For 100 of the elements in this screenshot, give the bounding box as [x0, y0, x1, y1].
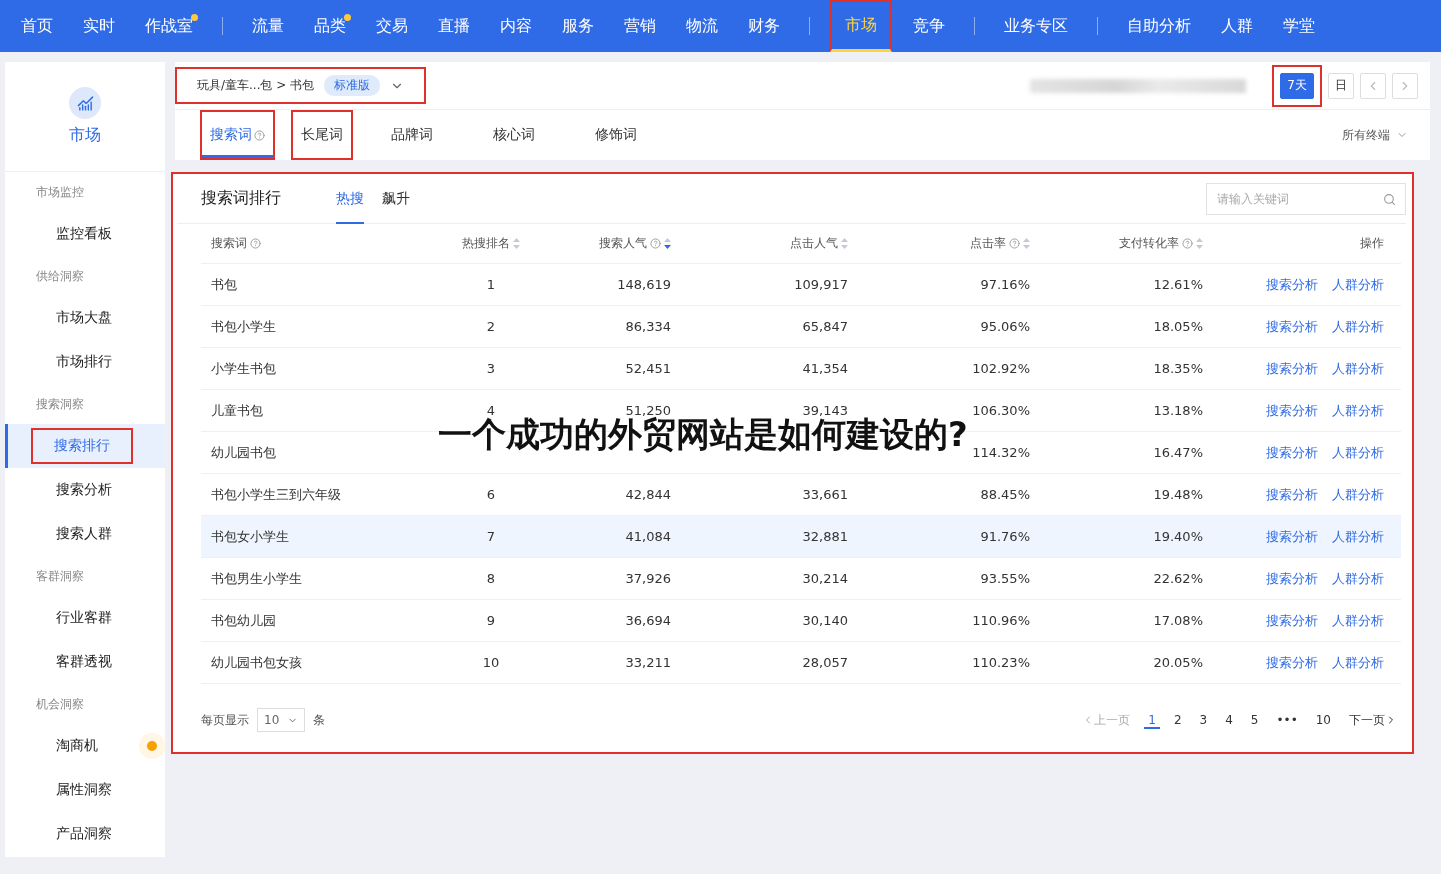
sidebar-item[interactable]: 搜索排行 [5, 424, 165, 468]
rank-cell: 4 [486, 403, 496, 418]
rank-cell: 6 [486, 487, 496, 502]
rank-cell: 10 [482, 655, 500, 670]
action-link[interactable]: 搜索分析 [1266, 569, 1318, 588]
action-link[interactable]: 搜索分析 [1266, 359, 1318, 378]
nav-item[interactable]: 内容 [485, 0, 547, 52]
nav-item[interactable]: 学堂 [1268, 0, 1330, 52]
page-link[interactable]: 10 [1311, 711, 1335, 729]
search-cell: 33,211 [625, 655, 671, 670]
keyword-cell: 书包小学生三到六年级 [211, 486, 341, 502]
tab[interactable]: 长尾词 [291, 110, 353, 160]
action-link[interactable]: 搜索分析 [1266, 527, 1318, 546]
nav-item[interactable]: 营销 [609, 0, 671, 52]
nav-item[interactable]: 市场 [830, 0, 892, 52]
nav-item[interactable]: 品类 [299, 0, 361, 52]
nav-item[interactable]: 财务 [733, 0, 795, 52]
keyword-cell: 书包 [211, 276, 237, 292]
sidebar-heading: 客群洞察 [35, 567, 85, 585]
keyword-cell: 儿童书包 [211, 402, 263, 418]
help-icon [250, 238, 261, 249]
nav-item[interactable]: 首页 [6, 0, 68, 52]
nav-item[interactable]: 业务专区 [989, 0, 1083, 52]
sidebar-heading: 供给洞察 [35, 267, 85, 285]
nav-item[interactable]: 人群 [1206, 0, 1268, 52]
keyword-cell: 小学生书包 [211, 360, 276, 376]
nav-item[interactable]: 流量 [237, 0, 299, 52]
previous-button[interactable] [1360, 72, 1386, 99]
clicks-cell: 30,140 [802, 613, 848, 628]
period-button[interactable]: 日 [1328, 72, 1354, 99]
tab[interactable]: 修饰词 [573, 110, 659, 160]
category-selector[interactable]: 玩具/童车...包 > 书包 标准版 [175, 67, 427, 104]
tab[interactable]: 飙升 [382, 173, 410, 224]
action-link[interactable]: 搜索分析 [1266, 401, 1318, 420]
sort-icon[interactable] [664, 238, 671, 249]
column-header[interactable]: 支付转化率 [1119, 235, 1193, 252]
next-page-link[interactable]: 下一页 [1345, 709, 1401, 731]
action-link[interactable]: 搜索分析 [1266, 443, 1318, 462]
click-rate-cell: 102.92% [972, 361, 1030, 376]
sidebar-heading: 市场监控 [35, 183, 85, 201]
nav-item[interactable]: 服务 [547, 0, 609, 52]
page-link[interactable]: 1 [1144, 711, 1160, 729]
page-link[interactable]: ••• [1272, 711, 1302, 729]
tab[interactable]: 热搜 [336, 173, 364, 224]
action-link[interactable]: 人群分析 [1332, 653, 1384, 672]
click-rate-cell: 91.76% [980, 529, 1030, 544]
tab[interactable]: 搜索词 [200, 110, 275, 160]
column-header[interactable]: 点击率 [970, 235, 1020, 252]
period-button[interactable]: 7天 [1280, 72, 1314, 99]
action-link[interactable]: 人群分析 [1332, 569, 1384, 588]
page-size-select[interactable]: 10 [257, 708, 305, 732]
tab[interactable]: 品牌词 [369, 110, 455, 160]
nav-item[interactable]: 实时 [68, 0, 130, 52]
action-link[interactable]: 人群分析 [1332, 401, 1384, 420]
action-link[interactable]: 搜索分析 [1266, 611, 1318, 630]
action-link[interactable]: 搜索分析 [1266, 275, 1318, 294]
action-link[interactable]: 搜索分析 [1266, 317, 1318, 336]
search-cell: 148,619 [617, 277, 671, 292]
clicks-cell: 41,354 [802, 361, 848, 376]
action-link[interactable]: 搜索分析 [1266, 485, 1318, 504]
keyword-cell: 书包男生小学生 [211, 570, 302, 586]
search-cell: 86,334 [625, 319, 671, 334]
tab[interactable]: 核心词 [471, 110, 557, 160]
nav-item[interactable]: 交易 [361, 0, 423, 52]
action-link[interactable]: 人群分析 [1332, 485, 1384, 504]
search-field[interactable]: 请输入关键词 [1206, 182, 1406, 215]
nav-item[interactable]: 物流 [671, 0, 733, 52]
nav-item[interactable]: 自助分析 [1112, 0, 1206, 52]
action-link[interactable]: 人群分析 [1332, 359, 1384, 378]
column-header[interactable]: 搜索人气 [599, 235, 661, 252]
rank-cell: 3 [486, 361, 496, 376]
nav-item[interactable]: 竞争 [898, 0, 960, 52]
next-button[interactable] [1392, 72, 1418, 99]
action-link[interactable]: 人群分析 [1332, 317, 1384, 336]
page-link[interactable]: 3 [1195, 711, 1212, 729]
conversion-cell: 12.61% [1153, 277, 1203, 292]
help-icon [1182, 238, 1193, 249]
action-link[interactable]: 人群分析 [1332, 527, 1384, 546]
column-header[interactable]: 热搜排名 [462, 235, 510, 252]
keyword-cell: 书包幼儿园 [211, 612, 276, 628]
terminal-dropdown[interactable]: 所有终端 [1342, 126, 1408, 144]
clicks-cell: 32,881 [802, 529, 848, 544]
nav-item[interactable]: 直播 [423, 0, 485, 52]
clicks-cell: 30,214 [802, 571, 848, 586]
column-header[interactable]: 点击人气 [790, 235, 838, 252]
page-link[interactable]: 2 [1169, 711, 1186, 729]
help-icon [254, 129, 265, 141]
clicks-cell: 39,143 [802, 403, 848, 418]
action-link[interactable]: 人群分析 [1332, 611, 1384, 630]
action-link[interactable]: 搜索分析 [1266, 653, 1318, 672]
action-link[interactable]: 人群分析 [1332, 275, 1384, 294]
click-rate-cell: 97.16% [980, 277, 1030, 292]
nav-item[interactable]: 作战室 [130, 0, 208, 52]
conversion-cell: 17.08% [1153, 613, 1203, 628]
page-link[interactable]: 4 [1221, 711, 1237, 729]
click-rate-cell: 88.45% [980, 487, 1030, 502]
search-cell: 37,926 [625, 571, 671, 586]
action-link[interactable]: 人群分析 [1332, 443, 1384, 462]
keyword-cell: 幼儿园书包女孩 [211, 654, 302, 670]
page-link[interactable]: 5 [1246, 711, 1263, 729]
